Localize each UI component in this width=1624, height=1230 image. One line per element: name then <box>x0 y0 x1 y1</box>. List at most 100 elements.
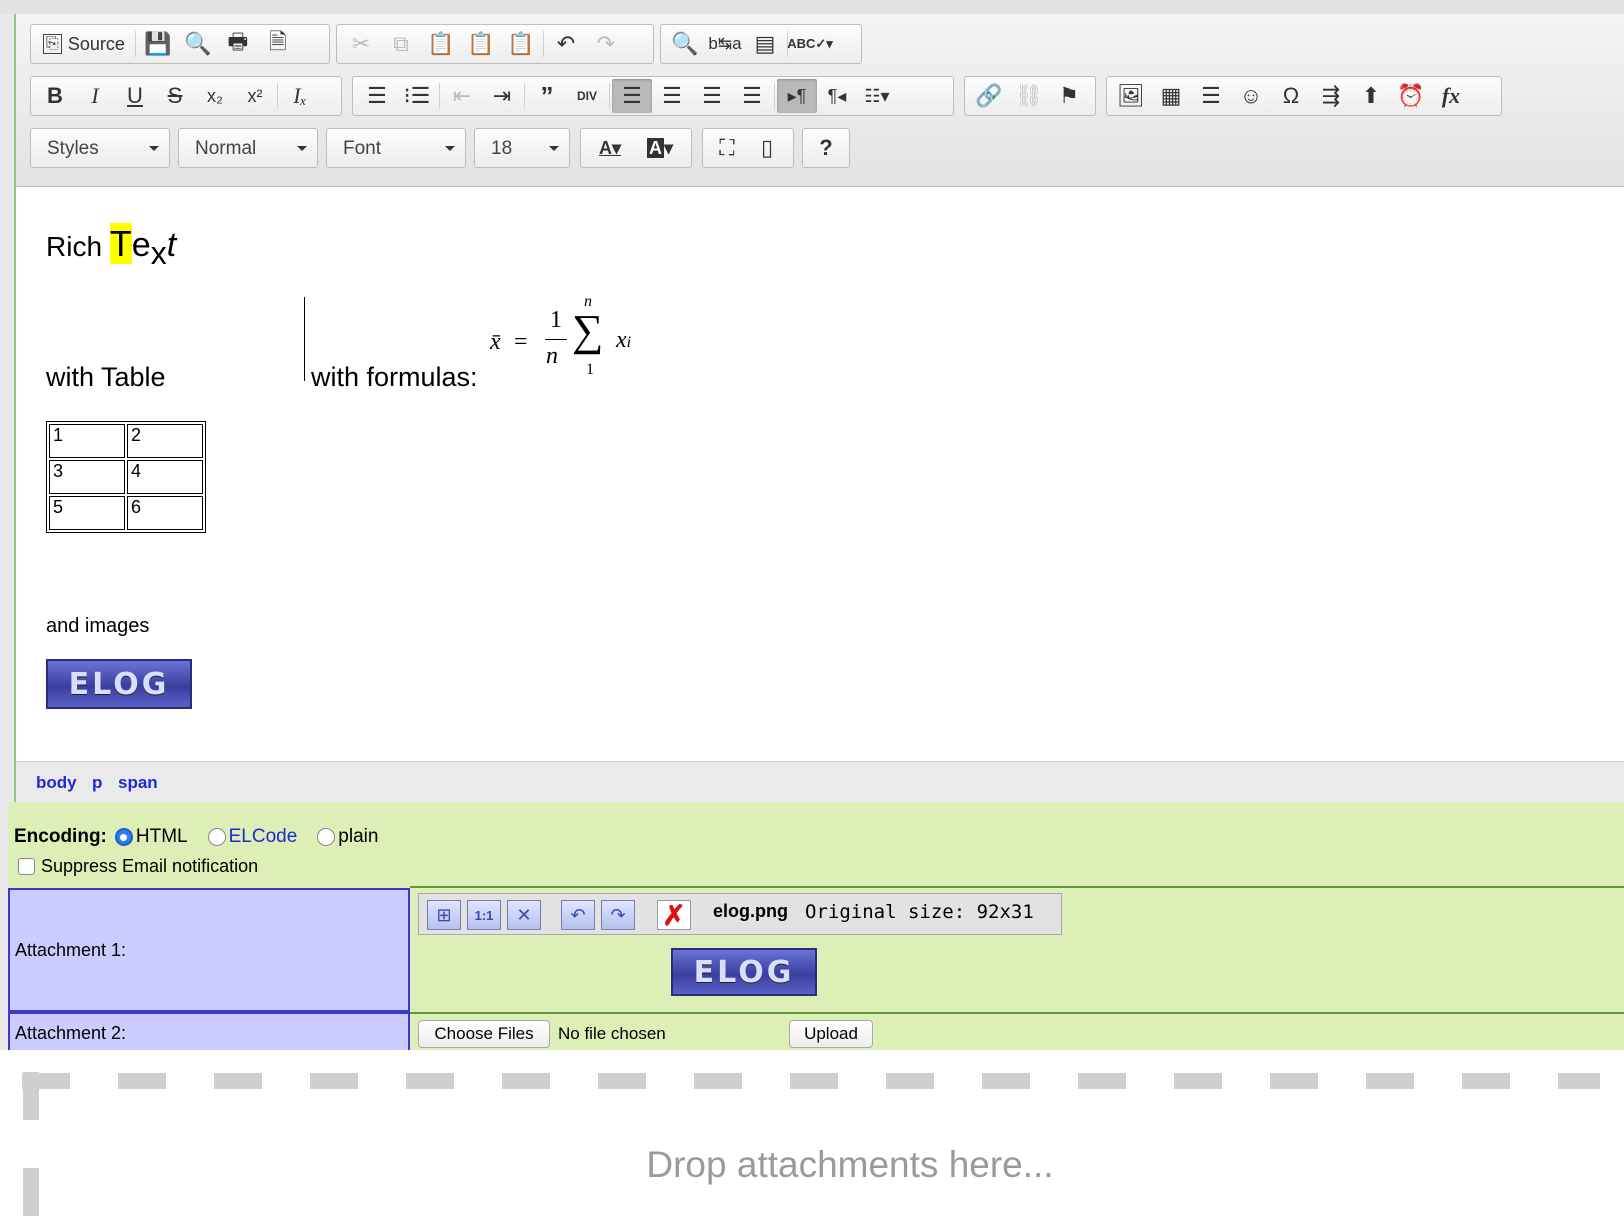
fx-icon: fx <box>1441 83 1461 108</box>
math-formula: x̄ = 1 n n ∑ 1 xi <box>490 293 660 395</box>
align-left-icon: ☰ <box>622 83 642 108</box>
italic-button[interactable]: I <box>75 79 115 113</box>
radio-elcode-label[interactable]: ELCode <box>229 826 298 848</box>
numbered-list-button[interactable]: ☰ <box>357 79 397 113</box>
suppress-email-row: Suppress Email notification <box>18 856 258 877</box>
create-div-button[interactable]: DIV <box>567 79 607 113</box>
drop-zone[interactable]: Drop attachments here... <box>0 1050 1624 1230</box>
editor-content[interactable]: Rich Text with Table with formulas: x̄ =… <box>16 187 1624 737</box>
bold-button[interactable]: B <box>35 79 75 113</box>
original-size-button[interactable]: 1:1 <box>467 900 501 930</box>
upload-button[interactable]: Upload <box>789 1020 873 1048</box>
source-button[interactable]: ⎘ Source <box>35 27 133 61</box>
unlink-icon: ⛓ <box>1015 83 1043 108</box>
zoom-fit-button[interactable]: ⊞ <box>427 900 461 930</box>
math-formula-button[interactable]: fx <box>1431 79 1471 113</box>
show-blocks-button[interactable]: ▯ <box>747 131 787 165</box>
subscript-button[interactable]: x₂ <box>195 79 235 113</box>
outdent-button[interactable]: ⇤ <box>442 79 482 113</box>
unlink-button[interactable]: ⛓ <box>1009 79 1049 113</box>
basicstyles-group: B I U S x₂ x² Iₓ <box>30 76 342 116</box>
radio-elcode[interactable] <box>207 828 226 846</box>
image-button[interactable]: 🖼 <box>1111 79 1151 113</box>
indent-button[interactable]: ⇥ <box>482 79 522 113</box>
templates-button[interactable]: 🗎 <box>258 27 298 61</box>
anchor-button[interactable]: ⚑ <box>1049 79 1089 113</box>
paste-button[interactable]: 📋 <box>421 27 461 61</box>
horizontal-rule-button[interactable]: ☰ <box>1191 79 1231 113</box>
align-center-button[interactable]: ☰ <box>652 79 692 113</box>
path-p[interactable]: p <box>92 773 102 793</box>
source-icon: ⎘ <box>43 34 62 54</box>
underline-button[interactable]: U <box>115 79 155 113</box>
justify-button[interactable]: ☰ <box>732 79 772 113</box>
find-button[interactable]: 🔍 <box>665 27 705 61</box>
separator <box>609 83 610 109</box>
remove-format-button[interactable]: Iₓ <box>280 79 320 113</box>
font-dropdown[interactable]: Font <box>326 128 466 168</box>
save-button[interactable]: 💾 <box>138 27 178 61</box>
timestamp-button[interactable]: ⏰ <box>1391 79 1431 113</box>
help-button[interactable]: ? <box>807 131 845 165</box>
table-row: 12 <box>49 424 203 458</box>
redo-button[interactable]: ↷ <box>586 27 626 61</box>
separator <box>774 83 775 109</box>
spellcheck-button[interactable]: ABC✓▾ <box>787 27 833 61</box>
document-group: ⎘ Source 💾 🔍 🖶 🗎 <box>30 24 330 64</box>
choose-files-button[interactable]: Choose Files <box>418 1020 550 1048</box>
print-button[interactable]: 🖶 <box>218 27 258 61</box>
ltr-button[interactable]: ▸¶ <box>777 79 817 113</box>
radio-html[interactable] <box>114 828 133 846</box>
text-color-button[interactable]: A▾ <box>585 131 635 165</box>
bg-color-button[interactable]: A ▾ <box>635 131 685 165</box>
paste-word-button[interactable]: 📋 <box>501 27 541 61</box>
language-button[interactable]: ☷▾ <box>857 79 897 113</box>
superscript-button[interactable]: x² <box>235 79 275 113</box>
select-all-button[interactable]: ▤ <box>745 27 785 61</box>
and-images-label: and images <box>46 615 150 637</box>
preview-button[interactable]: 🔍 <box>178 27 218 61</box>
print-icon: 🖶 <box>227 29 249 54</box>
path-span[interactable]: span <box>118 773 158 793</box>
blockquote-button[interactable]: ” <box>527 79 567 113</box>
table-button[interactable]: ▦ <box>1151 79 1191 113</box>
format-dropdown[interactable]: Normal <box>178 128 318 168</box>
attachment-thumbnail[interactable]: ELOG <box>671 948 817 996</box>
link-button[interactable]: 🔗 <box>969 79 1009 113</box>
copy-button[interactable]: ⧉ <box>381 27 421 61</box>
strike-button[interactable]: S <box>155 79 195 113</box>
elog-logo-image: ELOG <box>46 659 192 709</box>
special-char-button[interactable]: Ω <box>1271 79 1311 113</box>
drop-zone-text: Drop attachments here... <box>646 1144 1054 1185</box>
rotate-left-button[interactable]: ↶ <box>561 900 595 930</box>
bulleted-list-button[interactable]: ⁝☰ <box>397 79 437 113</box>
rtl-button[interactable]: ¶◂ <box>817 79 857 113</box>
undo-button[interactable]: ↶ <box>546 27 586 61</box>
font-size-dropdown[interactable]: 18 <box>474 128 570 168</box>
rich-text-line: Rich Text <box>46 223 176 272</box>
content-table: 123456 <box>46 421 206 533</box>
colors-group: A▾ A ▾ <box>580 128 692 168</box>
table-icon: ▦ <box>1160 83 1182 108</box>
cut-button[interactable]: ✂ <box>341 27 381 61</box>
shrink-button[interactable]: ✕ <box>507 900 541 930</box>
radio-plain[interactable] <box>317 828 336 846</box>
suppress-email-checkbox[interactable] <box>18 858 35 875</box>
delete-attachment-button[interactable]: ✗ <box>657 900 691 931</box>
align-right-button[interactable]: ☰ <box>692 79 732 113</box>
styles-dropdown-label: Styles <box>47 138 99 159</box>
paste-text-button[interactable]: 📋 <box>461 27 501 61</box>
attachment-file-name[interactable]: elog.png <box>713 901 788 922</box>
path-body[interactable]: body <box>36 773 77 793</box>
elog-logo-text: ELOG <box>68 666 170 702</box>
align-right-icon: ☰ <box>702 83 722 108</box>
upload-button[interactable]: ⬆ <box>1351 79 1391 113</box>
styles-dropdown[interactable]: Styles <box>30 128 170 168</box>
align-left-button[interactable]: ☰ <box>612 79 652 113</box>
rotate-right-button[interactable]: ↷ <box>601 900 635 930</box>
smiley-button[interactable]: ☺ <box>1231 79 1271 113</box>
maximize-button[interactable]: ⛶ <box>707 131 747 165</box>
replace-button[interactable]: b↹a <box>705 27 745 61</box>
separator <box>134 31 136 57</box>
page-break-button[interactable]: ⇶ <box>1311 79 1351 113</box>
